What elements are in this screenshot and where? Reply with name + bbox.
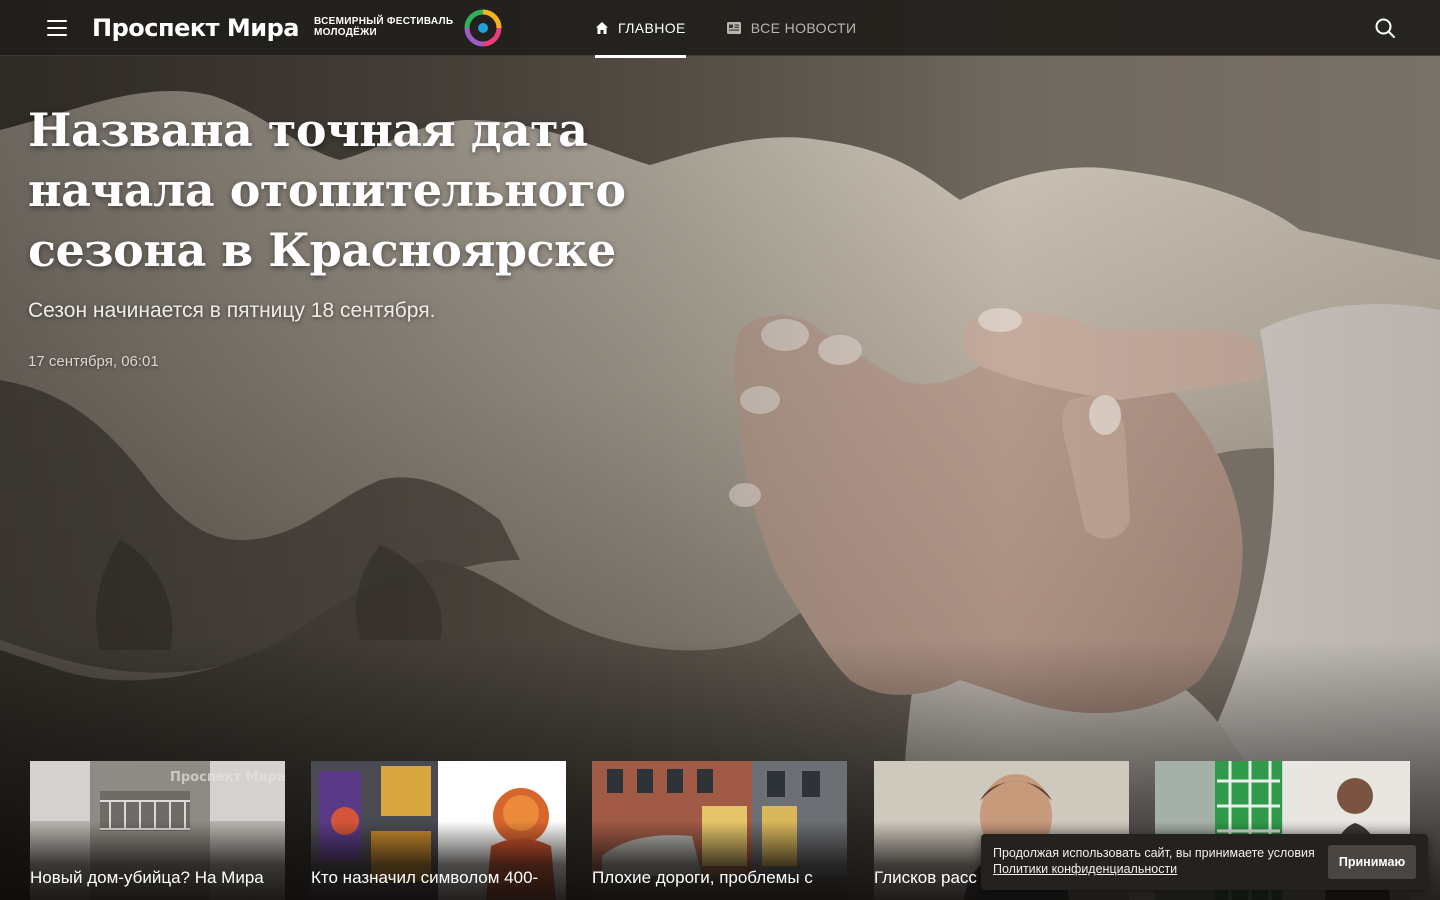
- festival-logo-icon[interactable]: [464, 9, 502, 47]
- festival-line-2: МОЛОДЁЖИ: [314, 27, 377, 38]
- nav-item-all-news-label: ВСЕ НОВОСТИ: [750, 20, 857, 36]
- news-card-title: Кто назначил символом 400-: [311, 868, 539, 887]
- news-card[interactable]: Кто назначил символом 400-: [311, 761, 566, 900]
- main-nav: ГЛАВНОЕ ВСЕ НОВОСТИ: [595, 0, 896, 58]
- site-logo[interactable]: Проспект Мира: [92, 12, 299, 44]
- privacy-policy-link[interactable]: Политики конфиденциальности: [993, 861, 1333, 877]
- cookie-message: Продолжая использовать сайт, вы принимае…: [993, 846, 1315, 860]
- search-icon[interactable]: [1373, 16, 1397, 40]
- festival-banner-text[interactable]: ВСЕМИРНЫЙ ФЕСТИВАЛЬ МОЛОДЁЖИ: [314, 16, 464, 38]
- top-navigation-bar: Проспект Мира ВСЕМИРНЫЙ ФЕСТИВАЛЬ МОЛОДЁ…: [0, 0, 1440, 58]
- news-card-title: Новый дом-убийца? На Мира: [30, 868, 264, 887]
- nav-item-main-label: ГЛАВНОЕ: [618, 20, 686, 36]
- hero-headline[interactable]: Названа точная дата начала отопительного…: [28, 100, 728, 280]
- news-card-title: Плохие дороги, проблемы с: [592, 868, 813, 887]
- festival-line-1: ВСЕМИРНЫЙ ФЕСТИВАЛЬ: [314, 16, 454, 27]
- hamburger-menu-icon[interactable]: [46, 18, 68, 38]
- hero-lead: Сезон начинается в пятницу 18 сентября.: [28, 299, 436, 322]
- accept-cookies-button[interactable]: Принимаю: [1328, 845, 1416, 879]
- nav-item-all-news[interactable]: ВСЕ НОВОСТИ: [726, 0, 857, 56]
- watermark-text: Проспект Мира: [170, 770, 285, 785]
- home-icon: [596, 22, 608, 34]
- cookie-text-block: Продолжая использовать сайт, вы принимае…: [993, 845, 1333, 877]
- news-card[interactable]: Проспект Мира Новый дом-убийца? На Мира: [30, 761, 285, 900]
- hero-datetime: 17 сентября, 06:01: [28, 353, 159, 370]
- cookie-consent-banner: Продолжая использовать сайт, вы принимае…: [981, 834, 1428, 890]
- news-card[interactable]: Плохие дороги, проблемы с: [592, 761, 847, 900]
- nav-item-main[interactable]: ГЛАВНОЕ: [595, 0, 686, 58]
- newspaper-icon: [726, 22, 741, 34]
